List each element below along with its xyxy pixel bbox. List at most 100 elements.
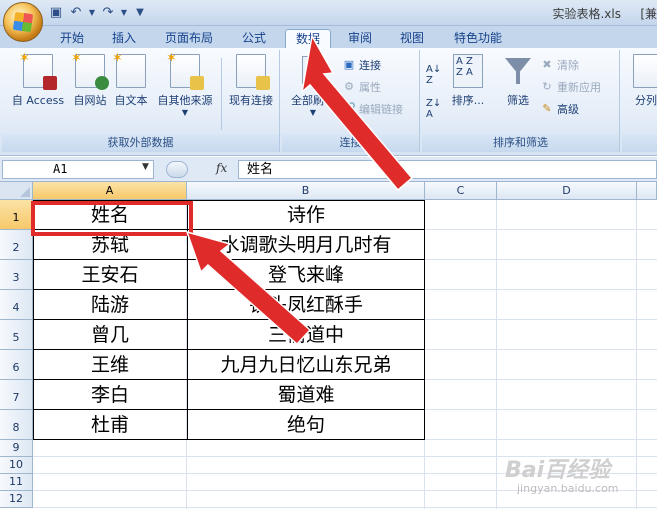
row-header-1[interactable]: 1 (0, 200, 33, 230)
column-header-c[interactable]: C (425, 182, 497, 200)
formula-bar: A1 ▼ fx 姓名 (0, 157, 657, 182)
tab-review[interactable]: 审阅 (340, 29, 380, 49)
table-border-horizontal (33, 289, 425, 290)
sort-az-button[interactable]: A↓ Z (426, 64, 441, 86)
advanced-filter-button[interactable]: ✎ 高级 (540, 100, 579, 118)
web-globe-icon: ✶ (71, 51, 109, 90)
row-header-9[interactable]: 9 (0, 440, 33, 457)
cell-b8[interactable]: 绝句 (187, 410, 425, 440)
tab-view[interactable]: 视图 (392, 29, 432, 49)
connections-button[interactable]: ▣ 连接 (342, 56, 381, 74)
edit-links-button[interactable]: 🔗 编辑链接 (342, 100, 403, 118)
clear-icon: ✖ (542, 58, 552, 71)
cell-b7[interactable]: 蜀道难 (187, 380, 425, 410)
cell-a6[interactable]: 王维 (33, 350, 187, 380)
cell-a7[interactable]: 李白 (33, 380, 187, 410)
cell-b6[interactable]: 九月九日忆山东兄弟 (187, 350, 425, 380)
group-label-connections: 连接 (282, 134, 419, 152)
row-header-11[interactable]: 11 (0, 474, 33, 491)
document-title: 实验表格.xls (552, 7, 621, 21)
insert-function-icon[interactable]: fx (216, 161, 227, 175)
cell-b5[interactable]: 三衢道中 (187, 320, 425, 350)
table-border-horizontal (33, 229, 425, 230)
undo-icon[interactable]: ↶ (68, 5, 84, 21)
cell-a1[interactable]: 姓名 (33, 200, 187, 230)
title-bar: ▣ ↶ ▼ ↷ ▼ ▼ 实验表格.xls [兼 (0, 0, 657, 42)
cell-a2[interactable]: 苏轼 (33, 230, 187, 260)
separator (221, 58, 222, 130)
cell-b1[interactable]: 诗作 (187, 200, 425, 230)
table-border-horizontal (33, 259, 425, 260)
properties-icon: ⚙ (344, 80, 354, 93)
tab-data[interactable]: 数据 (285, 29, 331, 49)
save-icon[interactable]: ▣ (48, 5, 64, 21)
properties-button[interactable]: ⚙ 属性 (342, 78, 381, 96)
cell-a8[interactable]: 杜甫 (33, 410, 187, 440)
cell-a3[interactable]: 王安石 (33, 260, 187, 290)
column-header-a[interactable]: A (33, 182, 187, 200)
undo-dropdown-icon[interactable]: ▼ (88, 5, 96, 21)
sort-ascending-icon: A↓ Z (426, 64, 442, 86)
formula-input[interactable]: 姓名 (238, 160, 657, 179)
group-label-sort-filter: 排序和筛选 (422, 134, 619, 152)
row-header-5[interactable]: 5 (0, 320, 33, 350)
sort-button[interactable]: A ZZ A 排序... (448, 54, 488, 108)
tab-formulas[interactable]: 公式 (234, 29, 274, 49)
from-other-sources-button[interactable]: ✶ 自其他来源 ▼ (152, 51, 218, 117)
row-header-12[interactable]: 12 (0, 491, 33, 508)
group-get-external-data: ✶ 自 Access ✶ 自网站 ✶ 自文本 ✶ 自其他来源 ▼ 现有连接 获取… (2, 50, 280, 152)
row-header-2[interactable]: 2 (0, 230, 33, 260)
tab-insert[interactable]: 插入 (104, 29, 144, 49)
tab-home[interactable]: 开始 (52, 29, 92, 49)
filter-funnel-icon (503, 54, 533, 88)
row-header-10[interactable]: 10 (0, 457, 33, 474)
reapply-button[interactable]: ↻ 重新应用 (540, 78, 601, 96)
reapply-icon: ↻ (542, 80, 552, 93)
cell-a4[interactable]: 陆游 (33, 290, 187, 320)
gridline-row (33, 507, 657, 508)
name-box[interactable]: A1 (2, 160, 154, 179)
tab-special-features[interactable]: 特色功能 (446, 29, 510, 49)
baidu-watermark: Bai百经验 jingyan.baidu.com (505, 452, 655, 502)
existing-connections-icon (236, 54, 270, 90)
column-header-b[interactable]: B (187, 182, 425, 200)
table-border-horizontal (33, 349, 425, 350)
cell-b4[interactable]: 钗头凤红酥手 (187, 290, 425, 320)
row-header-7[interactable]: 7 (0, 380, 33, 410)
group-data-tools: 分列 (622, 50, 657, 152)
cell-a5[interactable]: 曾几 (33, 320, 187, 350)
ribbon: ✶ 自 Access ✶ 自网站 ✶ 自文本 ✶ 自其他来源 ▼ 现有连接 获取… (0, 48, 657, 156)
redo-dropdown-icon[interactable]: ▼ (120, 5, 128, 21)
existing-connections-button[interactable]: 现有连接 (224, 54, 278, 108)
cell-b2[interactable]: 水调歌头明月几时有 (187, 230, 425, 260)
from-text-button[interactable]: ✶ 自文本 (110, 51, 152, 108)
row-header-4[interactable]: 4 (0, 290, 33, 320)
row-header-8[interactable]: 8 (0, 410, 33, 440)
from-web-button[interactable]: ✶ 自网站 (68, 51, 112, 108)
cell-b3[interactable]: 登飞来峰 (187, 260, 425, 290)
customize-icon[interactable]: ▼ (132, 5, 148, 21)
clear-filter-button[interactable]: ✖ 清除 (540, 56, 579, 74)
dropdown-arrow-icon: ▼ (181, 108, 189, 117)
column-header-d[interactable]: D (497, 182, 637, 200)
sort-za-button[interactable]: Z↓ A (426, 98, 441, 120)
from-access-button[interactable]: ✶ 自 Access (6, 51, 70, 108)
select-all-button[interactable] (0, 182, 33, 200)
group-label-external-data: 获取外部数据 (2, 134, 279, 152)
refresh-all-button[interactable]: 全部刷新 ▼ (286, 54, 340, 117)
sort-descending-icon: Z↓ A (426, 98, 442, 120)
table-border-vertical (187, 200, 188, 440)
row-header-3[interactable]: 3 (0, 260, 33, 290)
column-header-e[interactable] (637, 182, 657, 200)
text-to-columns-button[interactable]: 分列 (626, 54, 657, 108)
table-border-horizontal (33, 379, 425, 380)
group-label-data-tools (622, 134, 657, 152)
row-header-6[interactable]: 6 (0, 350, 33, 380)
formula-bar-toggle[interactable] (166, 161, 188, 178)
watermark-logo-text: Bai百经验 (505, 458, 611, 483)
redo-icon[interactable]: ↷ (100, 5, 116, 21)
office-button[interactable] (3, 2, 43, 42)
name-box-dropdown-icon[interactable]: ▼ (142, 162, 149, 172)
tab-page-layout[interactable]: 页面布局 (158, 29, 220, 49)
filter-button[interactable]: 筛选 (498, 54, 538, 108)
